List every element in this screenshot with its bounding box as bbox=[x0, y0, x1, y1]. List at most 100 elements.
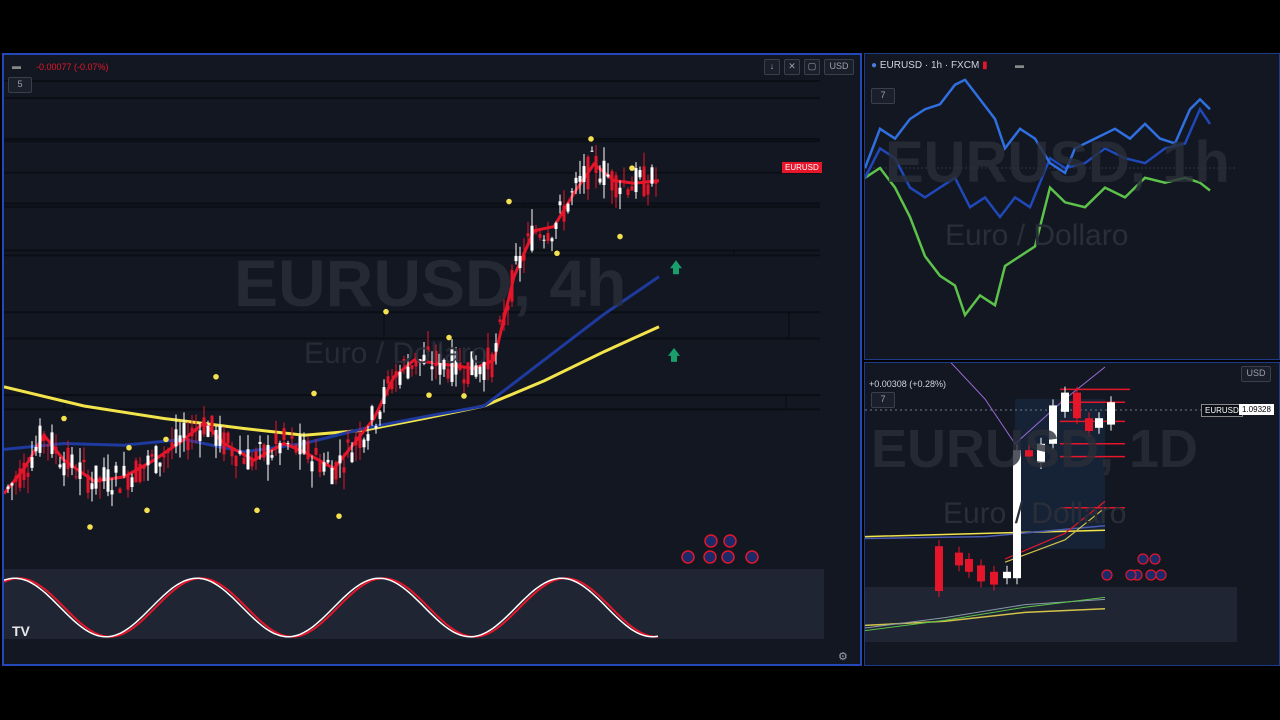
event-flag-icon bbox=[681, 550, 695, 564]
symbol-icon: ● bbox=[871, 60, 878, 71]
candle-body bbox=[382, 387, 386, 404]
candle-body bbox=[262, 444, 266, 458]
candle-body bbox=[54, 446, 58, 454]
candle-body bbox=[598, 178, 602, 183]
candle-body bbox=[206, 425, 210, 437]
candle-body bbox=[526, 233, 530, 237]
candle-body bbox=[298, 436, 302, 455]
candle-body bbox=[42, 433, 46, 441]
symbol-watermark: EURUSD, 1h bbox=[885, 130, 1230, 195]
candle-body bbox=[546, 233, 550, 241]
event-flag-icon bbox=[1125, 569, 1137, 581]
candle-body bbox=[82, 459, 86, 463]
candle-body bbox=[590, 150, 594, 152]
candle-body bbox=[542, 239, 546, 241]
compare-chart-canvas[interactable] bbox=[865, 54, 1279, 359]
candle-body bbox=[142, 466, 146, 469]
fractal-dot bbox=[426, 392, 432, 398]
candle-body bbox=[602, 160, 606, 186]
candle-body bbox=[238, 450, 242, 454]
interval-label: 5 bbox=[17, 79, 23, 89]
candle-body bbox=[318, 462, 322, 473]
candle-body bbox=[106, 469, 110, 492]
event-flag-icon bbox=[703, 550, 717, 564]
candle-body bbox=[102, 467, 106, 482]
candle-body bbox=[646, 184, 650, 195]
candle-body bbox=[294, 444, 298, 453]
candle-body bbox=[558, 201, 562, 206]
candle-body bbox=[98, 477, 102, 483]
candle-body bbox=[618, 187, 622, 195]
candle-body bbox=[174, 429, 178, 447]
candle-body bbox=[642, 166, 646, 197]
candle-body bbox=[218, 425, 222, 446]
candle-body bbox=[314, 448, 318, 455]
candle-body bbox=[110, 490, 114, 495]
settings-icon[interactable]: ⚙ bbox=[838, 650, 848, 663]
candle-body bbox=[622, 180, 626, 182]
chart-title-text: EURUSD · 1h · FXCM bbox=[879, 60, 980, 71]
main-chart-panel[interactable]: ▬ -0.00077 (-0.07%) 5 ↓ ✕ ▢ USD EURUSD, … bbox=[2, 53, 862, 666]
currency-button[interactable]: USD bbox=[824, 59, 854, 75]
candle-body bbox=[66, 447, 70, 469]
symbol-tag: EURUSD bbox=[782, 162, 822, 173]
candle-body bbox=[614, 175, 618, 198]
fractal-dot bbox=[254, 507, 260, 514]
event-flag-icon bbox=[1155, 569, 1167, 581]
collapse-icon[interactable]: ▬ bbox=[1015, 60, 1024, 70]
candle-body bbox=[194, 429, 198, 432]
candle-body bbox=[955, 552, 963, 566]
collapse-icon[interactable]: ▬ bbox=[12, 61, 21, 71]
name-watermark: Euro / Dollaro bbox=[945, 219, 1129, 252]
fractal-dot bbox=[506, 198, 512, 205]
fractal-dot bbox=[213, 373, 219, 380]
candle-body bbox=[378, 411, 382, 419]
name-watermark: Euro / Dollaro bbox=[943, 497, 1127, 530]
candle-body bbox=[286, 442, 290, 444]
candle-body bbox=[630, 186, 634, 191]
candle-body bbox=[282, 428, 286, 440]
candle-body bbox=[214, 429, 218, 446]
candle-body bbox=[490, 354, 494, 378]
candle-body bbox=[334, 462, 338, 480]
candle-body bbox=[122, 465, 126, 476]
candle-body bbox=[130, 477, 134, 488]
candle-body bbox=[266, 444, 270, 465]
candle-body bbox=[14, 475, 18, 482]
maximize-icon[interactable]: ▢ bbox=[804, 59, 820, 75]
candle-body bbox=[258, 441, 262, 444]
candle-body bbox=[570, 191, 574, 193]
candle-body bbox=[654, 180, 658, 184]
candle-body bbox=[370, 406, 374, 421]
candle-body bbox=[270, 455, 274, 458]
close-icon[interactable]: ✕ bbox=[784, 59, 800, 75]
candle-body bbox=[198, 430, 202, 441]
candle-body bbox=[394, 371, 398, 378]
candle-body bbox=[554, 222, 558, 229]
candle-body bbox=[935, 546, 943, 591]
price-tag: 1.09328 bbox=[1239, 404, 1274, 415]
candle-body bbox=[330, 467, 334, 485]
interval-button[interactable]: 7 bbox=[871, 392, 895, 408]
event-flag-icon bbox=[1137, 553, 1149, 565]
candle-body bbox=[362, 439, 366, 448]
interval-label: 7 bbox=[880, 90, 886, 100]
interval-button[interactable]: 5 bbox=[8, 77, 32, 93]
candle-body bbox=[965, 559, 973, 572]
daily-chart-panel[interactable]: +0.00308 (+0.28%) 7 USD EURUSD, 1D Euro … bbox=[864, 362, 1280, 666]
currency-button[interactable]: USD bbox=[1241, 366, 1271, 382]
symbol-tag: EURUSD bbox=[1201, 404, 1243, 417]
interval-button[interactable]: 7 bbox=[871, 88, 895, 104]
compare-chart-panel[interactable]: ● EURUSD · 1h · FXCM ▮ ▬ 7 EURUSD, 1h Eu… bbox=[864, 53, 1280, 360]
candle-body bbox=[114, 465, 118, 473]
fractal-dot bbox=[311, 390, 317, 397]
event-flag-icon bbox=[1149, 553, 1161, 565]
candle-body bbox=[582, 166, 586, 183]
candle-body bbox=[398, 371, 402, 385]
candle-body bbox=[574, 177, 578, 184]
arrow-down-icon[interactable]: ↓ bbox=[764, 59, 780, 75]
candle-body bbox=[1061, 392, 1069, 412]
candle-body bbox=[578, 175, 582, 182]
candle-body bbox=[186, 438, 190, 451]
candle-body bbox=[242, 457, 246, 464]
